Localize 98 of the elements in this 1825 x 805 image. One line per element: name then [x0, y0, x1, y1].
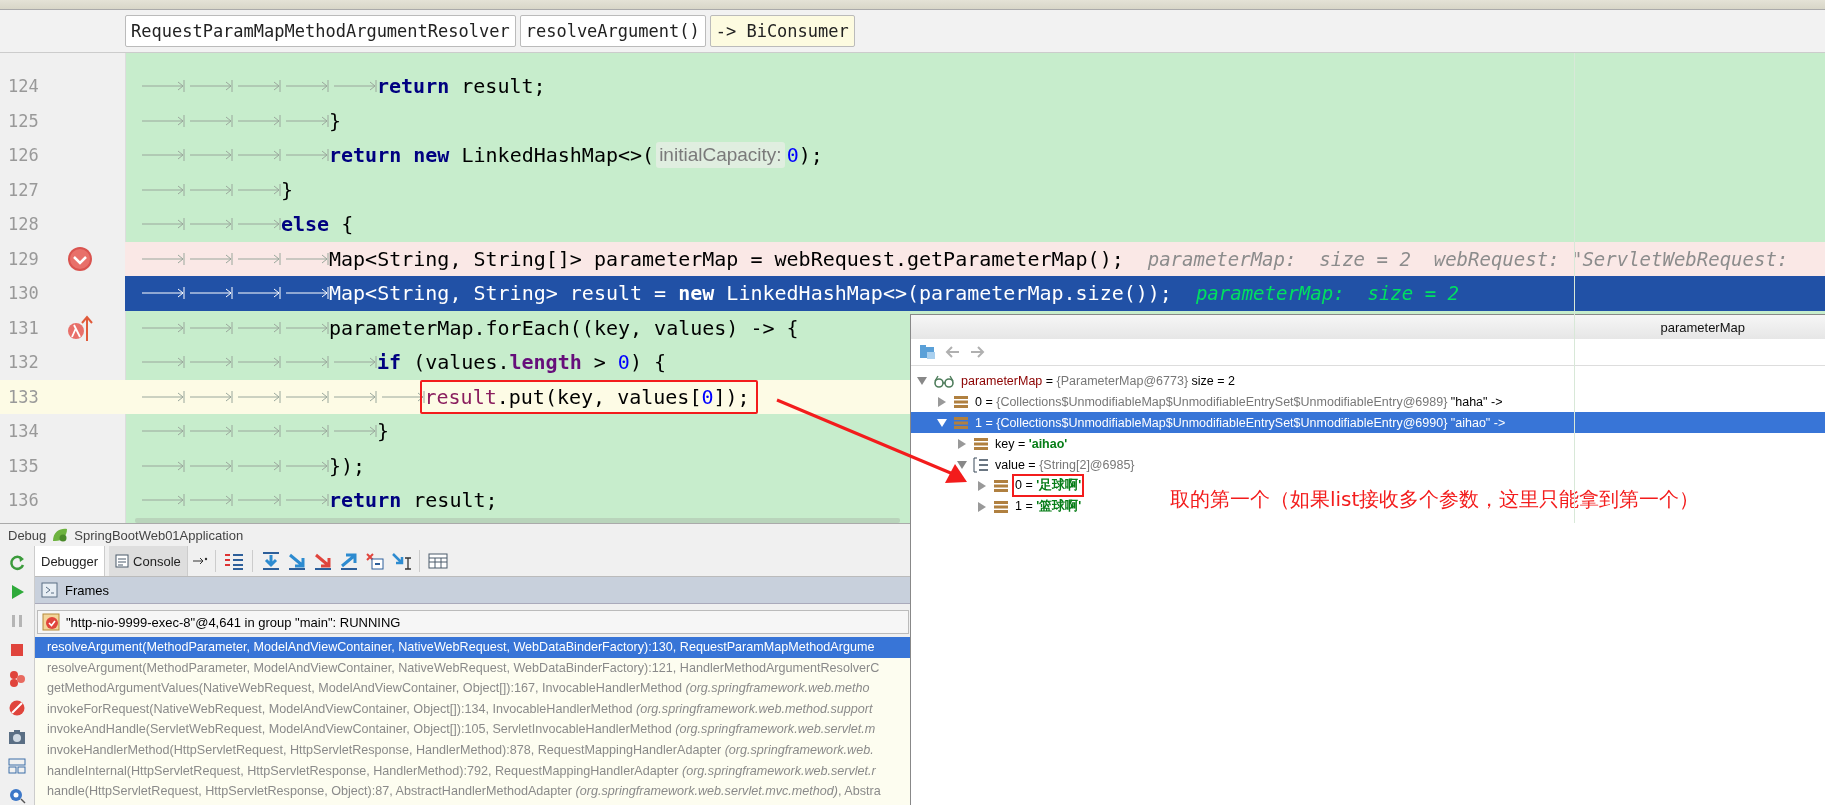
line-number: 125 [8, 110, 39, 131]
tree-row[interactable]: 1 = {Collections$UnmodifiableMap$UnmodifiableEntrySet$UnmodifiableEntry@6990} "aihao" -> [911, 412, 1825, 433]
tree-row[interactable]: 0 = {Collections$UnmodifiableMap$UnmodifiableEntrySet$UnmodifiableEntry@6989} "haha" -> [911, 391, 1509, 412]
forward-arrow-icon[interactable] [969, 344, 985, 360]
layout-icon[interactable] [8, 757, 26, 775]
tree-row[interactable]: key = 'aihao' [911, 433, 1074, 454]
expanded-arrow-icon[interactable] [917, 375, 927, 386]
stop-icon[interactable] [8, 641, 26, 659]
code-text: Map<String, String> result = new LinkedHashMap<>(parameterMap.size()); [329, 281, 1172, 306]
execution-point-icon[interactable] [222, 551, 245, 571]
line-number: 130 [8, 283, 39, 304]
line-number: 133 [8, 386, 39, 407]
stack-frame[interactable]: resolveArgument(MethodParameter, ModelAndViewContainer, NativeWebRequest, WebDataBinderFactory):130, RequestParamMapMethodArgume [35, 637, 911, 658]
breadcrumb[interactable]: resolveArgument() [519, 15, 706, 47]
tree-node-label: key = 'aihao' [995, 436, 1068, 451]
glasses-icon [933, 373, 955, 388]
tree-row[interactable]: value = {String[2]@6985} [911, 454, 1141, 475]
stack-frame[interactable]: invokeAndHandle(ServletWebRequest, ModelAndViewContainer, Object[]):105, ServletInvocableHandlerMethod (org.springframework.web.servlet.m [35, 719, 911, 740]
tree-row[interactable]: 0 = '足球啊' [911, 475, 1088, 496]
code-text: result.put(key, values[0]); [419, 379, 758, 414]
back-arrow-icon[interactable] [945, 344, 961, 360]
inline-value-hint: parameterMap: size = 2 [1195, 282, 1459, 305]
thread-selector[interactable]: "http-nio-9999-exec-8"@4,641 in group "main": RUNNING [37, 610, 909, 634]
tree-node-label: 1 = '篮球啊' [1015, 498, 1082, 515]
stack-frame[interactable]: invokeHandlerMethod(HttpServletRequest, HttpServletResponse, HandlerMethod):878, RequestMappingHandlerAdapter (org.springframework.web. [35, 739, 911, 761]
code-text: Map<String, String[]> parameterMap = webRequest.getParameterMap(); [329, 246, 1124, 271]
frames-icon [41, 581, 59, 599]
line-number: 134 [8, 421, 39, 442]
stack-frame[interactable]: resolveArgument(MethodParameter, ModelAndViewContainer, NativeWebRequest, WebDataBinderFactory):121, HandlerMethodArgumentResolverC [35, 657, 911, 679]
annotation-text: 取的第一个（如果list接收多个参数，这里只能拿到第一个） [1170, 486, 1700, 513]
tree-row[interactable]: parameterMap = {ParameterMap@6773} size = 2 [911, 370, 1241, 391]
line-number: 129 [8, 248, 39, 269]
field-icon [993, 499, 1009, 514]
expanded-arrow-icon[interactable] [957, 459, 967, 470]
code-text: return result; [329, 488, 498, 513]
code-text: if (values.length > 0) { [377, 350, 666, 375]
mute-breakpoints-icon[interactable] [8, 699, 26, 717]
pin-arrow-icon[interactable] [191, 556, 208, 566]
tree-node-label: 0 = '足球啊' [1015, 477, 1082, 494]
stack-frame[interactable]: invokeForRequest(NativeWebRequest, ModelAndViewContainer, Object[]):134, InvocableHandlerMethod (org.springframework.web.method.support [35, 698, 911, 720]
line-number: 126 [8, 145, 39, 166]
collapsed-arrow-icon[interactable] [977, 480, 987, 491]
panel-tab[interactable]: Console [109, 546, 188, 576]
line-number: 131 [8, 317, 39, 338]
code-text: } [281, 177, 294, 202]
expanded-arrow-icon[interactable] [937, 417, 947, 428]
collapsed-arrow-icon[interactable] [977, 501, 987, 512]
code-text: 0); [786, 143, 823, 168]
tree-node-label: parameterMap = {ParameterMap@6773} size = 2 [961, 373, 1235, 388]
stack-frame[interactable]: handle(HttpServletRequest, HttpServletResponse, Object):87, AbstractHandlerMethodAdapter (org.springframework.web.servlet.mvc.method), Abstra [35, 781, 911, 802]
code-text: return result; [377, 74, 546, 99]
line-number: 124 [8, 76, 39, 97]
line-number: 135 [8, 455, 39, 476]
tree-row[interactable]: 1 = '篮球啊' [911, 496, 1088, 517]
stack-frame[interactable]: getMethodArgumentValues(NativeWebRequest, ModelAndViewContainer, Object[]):167, InvocableHandlerMethod (org.springframework.web.metho [35, 678, 911, 699]
drop-frame-icon[interactable] [363, 551, 386, 571]
breadcrumb[interactable]: -> BiConsumer [709, 15, 855, 47]
panel-title: Debug [8, 527, 47, 543]
code-text: } [377, 419, 390, 444]
camera-icon[interactable] [8, 728, 26, 746]
code-text: return new LinkedHashMap<>( [329, 143, 655, 168]
stack-frame[interactable]: handleInternal(HttpServletRequest, HttpServletResponse, HandlerMethod):792, RequestMappingHandlerAdapter (org.springframework.web.servlet.r [35, 760, 911, 782]
tree-node-label: value = {String[2]@6985} [995, 457, 1135, 472]
line-number: 136 [8, 490, 39, 511]
frames-title: Frames [65, 582, 110, 598]
folder-tree-icon[interactable] [919, 344, 937, 360]
code-text: }); [329, 453, 366, 478]
popup-title: parameterMap [1660, 319, 1745, 335]
field-icon [953, 394, 969, 409]
console-icon [115, 554, 130, 568]
line-number: 127 [8, 179, 39, 200]
field-icon [993, 478, 1009, 493]
run-to-cursor-icon[interactable] [389, 551, 412, 571]
breakpoint-icon[interactable] [67, 245, 93, 272]
parameter-hint: initialCapacity: [656, 142, 785, 169]
thread-icon [42, 613, 60, 631]
tree-node-label: 0 = {Collections$UnmodifiableMap$UnmodifiableEntrySet$UnmodifiableEntry@6989} "haha" -> [975, 394, 1503, 409]
tree-node-label: 1 = {Collections$UnmodifiableMap$UnmodifiableEntrySet$UnmodifiableEntry@6990} "aihao" -> [975, 415, 1506, 430]
field-icon [973, 436, 989, 451]
array-icon [973, 456, 989, 473]
evaluate-table-icon[interactable] [426, 551, 449, 571]
field-icon [953, 415, 969, 430]
breakpoints-icon[interactable] [8, 670, 26, 688]
code-text: } [329, 108, 342, 133]
line-number: 128 [8, 214, 39, 235]
panel-tab[interactable]: Debugger [35, 546, 106, 576]
collapsed-arrow-icon[interactable] [937, 396, 947, 407]
breadcrumb[interactable]: RequestParamMapMethodArgumentResolver [125, 15, 516, 47]
leaf-icon [51, 527, 70, 543]
line-number: 132 [8, 352, 39, 373]
inline-value-hint: parameterMap: size = 2 webRequest: "ServletWebRequest: [1147, 247, 1789, 270]
horizontal-scrollbar[interactable] [135, 518, 900, 523]
run-configuration-name: SpringBootWeb01Application [74, 527, 244, 543]
lambda-up-arrow-icon[interactable] [67, 313, 93, 342]
collapsed-arrow-icon[interactable] [957, 438, 967, 449]
rerun-icon[interactable] [8, 554, 26, 572]
code-text: parameterMap.forEach((key, values) -> { [329, 315, 799, 340]
code-text: else { [281, 212, 354, 237]
